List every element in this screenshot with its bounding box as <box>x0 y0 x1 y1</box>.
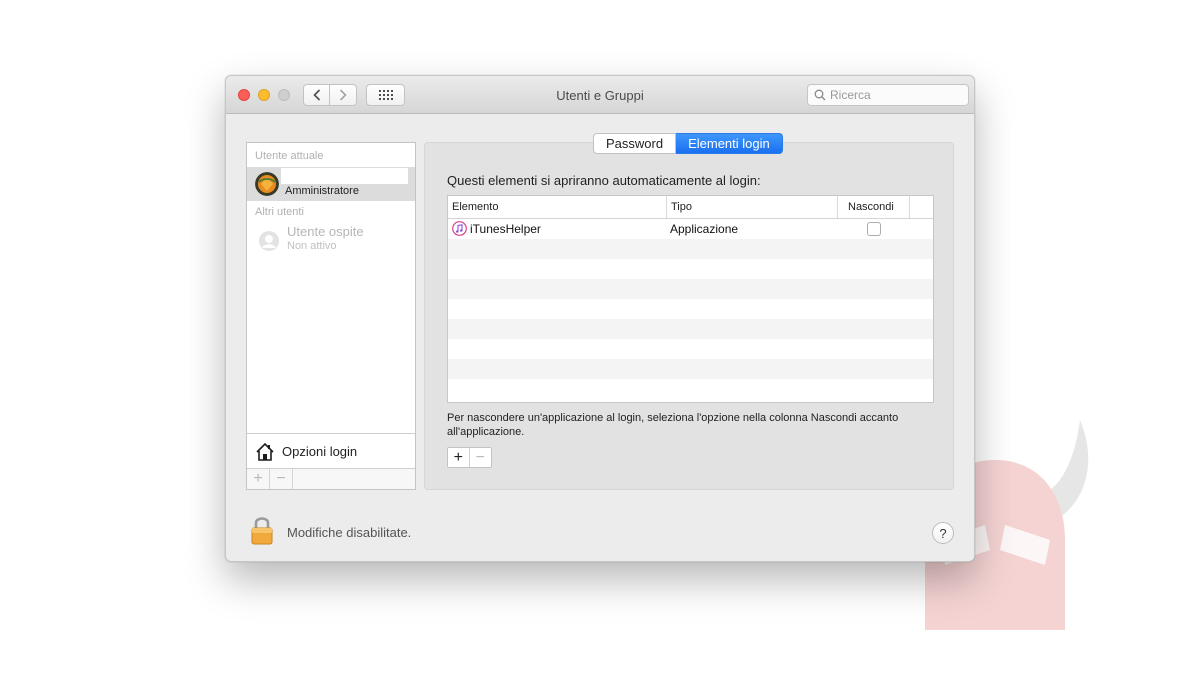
add-login-item-button[interactable]: + <box>448 448 470 467</box>
remove-user-button[interactable]: − <box>270 469 293 489</box>
tab-password[interactable]: Password <box>593 133 677 154</box>
users-groups-window: Utenti e Gruppi Utente attuale Amministr… <box>225 75 975 562</box>
hide-checkbox[interactable] <box>867 222 881 236</box>
login-items-table[interactable]: Elemento Tipo Nascondi iTunesHelper Appl… <box>447 195 934 403</box>
search-icon <box>814 89 826 101</box>
title-bar: Utenti e Gruppi <box>226 76 974 114</box>
table-row-empty <box>448 319 933 339</box>
table-row-empty <box>448 339 933 359</box>
login-options-item[interactable]: Opzioni login <box>247 433 415 469</box>
lock-icon[interactable] <box>250 515 274 545</box>
table-body: iTunesHelper Applicazione <box>448 219 933 399</box>
element-cell: iTunesHelper <box>452 221 541 236</box>
login-options-label: Opzioni login <box>282 444 358 459</box>
table-row-empty <box>448 379 933 399</box>
table-row-empty <box>448 259 933 279</box>
login-items-panel: Questi elementi si apriranno automaticam… <box>424 142 954 490</box>
table-row-empty <box>448 239 933 259</box>
add-user-button[interactable]: + <box>247 469 270 489</box>
guest-user-name: Utente ospite <box>287 224 364 239</box>
users-sidebar: Utente attuale Amministratore Altri uten… <box>246 142 416 490</box>
table-header: Elemento Tipo Nascondi <box>448 196 933 219</box>
help-button[interactable]: ? <box>932 522 954 544</box>
guest-user-status: Non attivo <box>287 240 337 252</box>
table-row-empty <box>448 279 933 299</box>
other-users-header: Altri utenti <box>255 206 304 218</box>
lock-status-text: Modifiche disabilitate. <box>287 525 412 540</box>
current-user-header: Utente attuale <box>255 150 324 162</box>
remove-login-item-button[interactable]: − <box>470 448 491 467</box>
login-items-add-remove: + − <box>447 447 492 468</box>
search-field[interactable] <box>807 84 969 106</box>
search-input[interactable] <box>830 88 960 102</box>
current-user-row[interactable]: Amministratore <box>247 167 415 201</box>
hide-hint-text: Per nascondere un'applicazione al login,… <box>447 412 899 438</box>
login-items-heading: Questi elementi si apriranno automaticam… <box>447 173 761 188</box>
current-user-role: Amministratore <box>285 185 359 197</box>
itunes-icon <box>452 221 467 236</box>
column-header-element[interactable]: Elemento <box>448 196 667 218</box>
user-avatar-image <box>255 172 279 196</box>
house-icon <box>256 442 274 461</box>
table-row-empty <box>448 359 933 379</box>
column-header-hide[interactable]: Nascondi <box>838 196 910 218</box>
type-cell: Applicazione <box>670 222 739 236</box>
guest-user-row[interactable]: Utente ospite Non attivo <box>247 223 415 259</box>
column-header-type[interactable]: Tipo <box>667 196 838 218</box>
tab-login-items[interactable]: Elementi login <box>676 133 783 154</box>
sidebar-toolbar: + − <box>247 468 415 489</box>
guest-user-icon <box>259 231 279 251</box>
user-name-redacted <box>281 168 408 184</box>
avatar <box>255 172 279 196</box>
tab-bar: Password Elementi login <box>593 133 783 154</box>
element-name: iTunesHelper <box>470 221 541 236</box>
table-row[interactable]: iTunesHelper Applicazione <box>448 219 933 239</box>
table-row-empty <box>448 299 933 319</box>
